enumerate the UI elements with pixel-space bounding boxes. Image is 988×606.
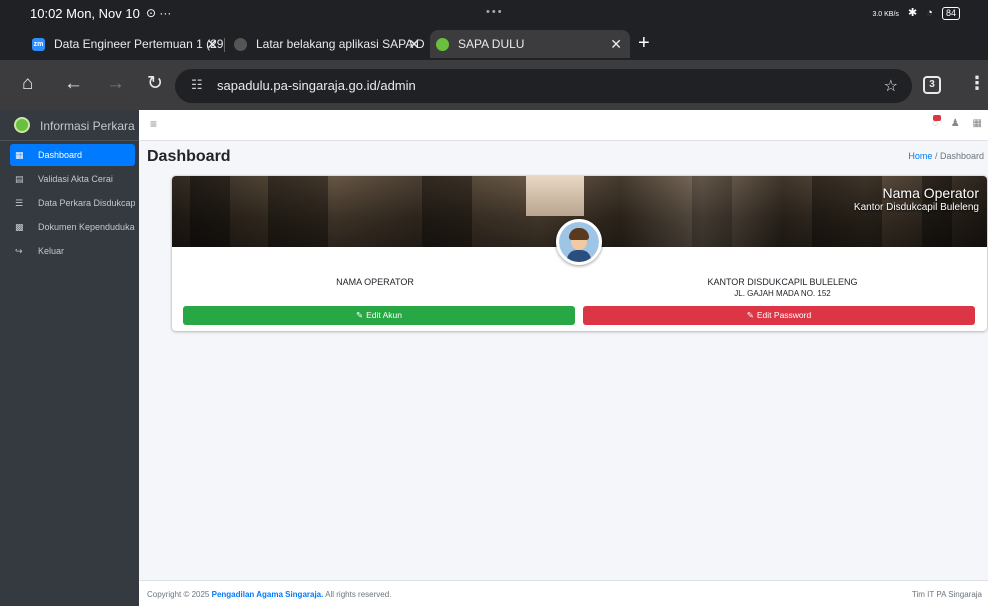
address-bar[interactable]: ☷ sapadulu.pa-singaraja.go.id/admin ☆: [175, 69, 912, 103]
network-speed: 3.0 KB/s: [872, 11, 899, 18]
brand-name: Informasi Perkara: [40, 119, 135, 133]
avatar-shirt: [567, 250, 591, 262]
navbar-icons: ◌ ♟ ▦: [922, 115, 982, 129]
breadcrumb-current: Dashboard: [939, 151, 984, 161]
copyright-prefix: Copyright © 2025: [147, 590, 210, 599]
tab-switcher-button[interactable]: 3: [923, 76, 941, 94]
grid-icon[interactable]: ▦: [973, 118, 982, 129]
breadcrumb: Home / Dashboard: [908, 151, 984, 161]
edit-account-label: Edit Akun: [366, 310, 403, 320]
banner-operator-name: Nama Operator: [882, 185, 979, 201]
brand-logo-icon: [14, 117, 30, 133]
sidebar-item-keluar[interactable]: ↪ Keluar: [10, 240, 135, 262]
reload-icon[interactable]: ↻: [147, 74, 163, 94]
sidebar-item-label: Dashboard: [38, 150, 83, 160]
battery-icon: 84: [941, 7, 960, 20]
sidebar-item-data-perkara[interactable]: ☰ Data Perkara Disdukcapil: [10, 192, 135, 214]
back-icon[interactable]: ←: [64, 74, 83, 94]
edit-password-button[interactable]: ✎ Edit Password: [583, 306, 975, 325]
office-section: KANTOR DISDUKCAPIL BULELENG JL. GAJAH MA…: [578, 277, 987, 298]
system-icons: 3.0 KB/s ✱ ◔ 84: [866, 6, 960, 20]
menu-kebab-icon[interactable]: ⋮: [968, 73, 986, 94]
edit-icon: ✎: [746, 310, 754, 320]
user-icon[interactable]: ♟: [951, 118, 960, 129]
brand-link[interactable]: Informasi Perkara: [0, 110, 139, 141]
sidebar-item-dokumen-kependudukan[interactable]: ▩ Dokumen Kependudukan: [10, 216, 135, 238]
tab-label: SAPA DULU: [458, 37, 525, 51]
banner-office-name: Kantor Disdukcapil Buleleng: [853, 202, 979, 213]
sign-out-icon: ↪: [15, 246, 23, 256]
banner-skylight: [526, 176, 584, 216]
team-credit: Tim IT PA Singaraja: [911, 590, 982, 599]
messages-icon[interactable]: ◌: [932, 115, 942, 129]
operator-name-label: NAMA OPERATOR: [336, 277, 414, 287]
th-icon: ▦: [15, 150, 24, 160]
status-center-dots: •••: [486, 6, 504, 18]
breadcrumb-separator: /: [934, 151, 938, 161]
avatar: [556, 219, 602, 265]
sidebar-menu: ▦ Dashboard ▤ Validasi Akta Cerai ☰ Data…: [0, 141, 139, 262]
sidebar-item-dashboard[interactable]: ▦ Dashboard: [10, 144, 135, 166]
top-navbar: ≡ ◌ ♟ ▦: [139, 110, 988, 141]
operator-name-section: NAMA OPERATOR: [172, 277, 578, 287]
tab-strip: zm Data Engineer Pertemuan 1 (29 ✕ Latar…: [0, 28, 988, 60]
file-icon: ▩: [15, 222, 24, 232]
content-wrapper: ≡ ◌ ♟ ▦ Dashboard Home / Dashboard Nama …: [139, 110, 988, 606]
office-name-label: KANTOR DISDUKCAPIL BULELENG: [707, 277, 858, 287]
tab-latar-belakang[interactable]: Latar belakang aplikasi SAPA D ✕: [228, 30, 428, 58]
sidebar-item-label: Data Perkara Disdukcapil: [38, 198, 135, 208]
sidebar: Informasi Perkara ▦ Dashboard ▤ Validasi…: [0, 110, 139, 606]
banner-pillar: [692, 176, 732, 247]
edit-account-button[interactable]: ✎ Edit Akun: [183, 306, 575, 325]
tab-label: Latar belakang aplikasi SAPA D: [256, 37, 425, 51]
breadcrumb-home-link[interactable]: Home: [908, 151, 932, 161]
org-link[interactable]: Pengadilan Agama Singaraja.: [212, 590, 324, 599]
bookmark-star-icon[interactable]: ☆: [884, 76, 898, 96]
hamburger-menu-icon[interactable]: ≡: [150, 117, 157, 131]
tab-label: Data Engineer Pertemuan 1 (29: [54, 37, 224, 51]
tab-close-icon[interactable]: ✕: [610, 30, 622, 58]
browser-toolbar: ⌂ ← → ↻ ☷ sapadulu.pa-singaraja.go.id/ad…: [0, 60, 988, 110]
tab-sapa-dulu[interactable]: SAPA DULU ✕: [430, 30, 630, 58]
notification-badge: [933, 115, 942, 121]
edit-icon: ✎: [355, 310, 364, 320]
tab-data-engineer[interactable]: zm Data Engineer Pertemuan 1 (29 ✕: [26, 30, 226, 58]
rights-text: All rights reserved.: [325, 590, 392, 599]
tab-close-icon[interactable]: ✕: [408, 30, 420, 58]
banner-pillar: [268, 176, 328, 247]
profile-card: Nama Operator Kantor Disdukcapil Bulelen…: [172, 176, 987, 331]
sidebar-item-validasi-akta-cerai[interactable]: ▤ Validasi Akta Cerai: [10, 168, 135, 190]
avatar-hair: [569, 228, 589, 240]
page-title: Dashboard: [147, 148, 231, 165]
clipboard-icon: ▤: [15, 174, 24, 184]
banner-pillar: [422, 176, 472, 247]
status-extra: ⊙ ···: [146, 6, 172, 20]
database-icon: ☰: [15, 198, 24, 208]
copyright-text: Copyright © 2025 Pengadilan Agama Singar…: [147, 590, 391, 599]
status-bar: 10:02 Mon, Nov 10 ⊙ ··· ••• 3.0 KB/s ✱ ◔…: [0, 0, 988, 28]
tab-close-icon[interactable]: ✕: [206, 30, 218, 58]
sidebar-item-label: Dokumen Kependudukan: [38, 222, 135, 232]
tab-divider: [224, 38, 225, 52]
sidebar-item-label: Keluar: [38, 246, 65, 256]
footer: Copyright © 2025 Pengadilan Agama Singar…: [139, 580, 988, 606]
url-text[interactable]: sapadulu.pa-singaraja.go.id/admin: [217, 78, 416, 93]
bluetooth-icon: ✱: [907, 7, 918, 19]
sapa-favicon-icon: [436, 38, 449, 51]
edit-password-label: Edit Password: [756, 310, 812, 320]
sidebar-item-label: Validasi Akta Cerai: [38, 174, 113, 184]
new-tab-button[interactable]: +: [638, 30, 650, 56]
home-icon[interactable]: ⌂: [22, 74, 33, 94]
status-time: 10:02 Mon, Nov 10: [30, 6, 140, 21]
page-favicon-icon: [234, 38, 247, 51]
forward-icon[interactable]: →: [106, 74, 125, 94]
zoom-favicon-icon: zm: [32, 38, 45, 51]
office-address: JL. GAJAH MADA NO. 152: [734, 289, 831, 298]
banner-pillar: [190, 176, 230, 247]
site-settings-icon[interactable]: ☷: [191, 77, 203, 93]
wifi-icon: ◔: [926, 7, 933, 19]
